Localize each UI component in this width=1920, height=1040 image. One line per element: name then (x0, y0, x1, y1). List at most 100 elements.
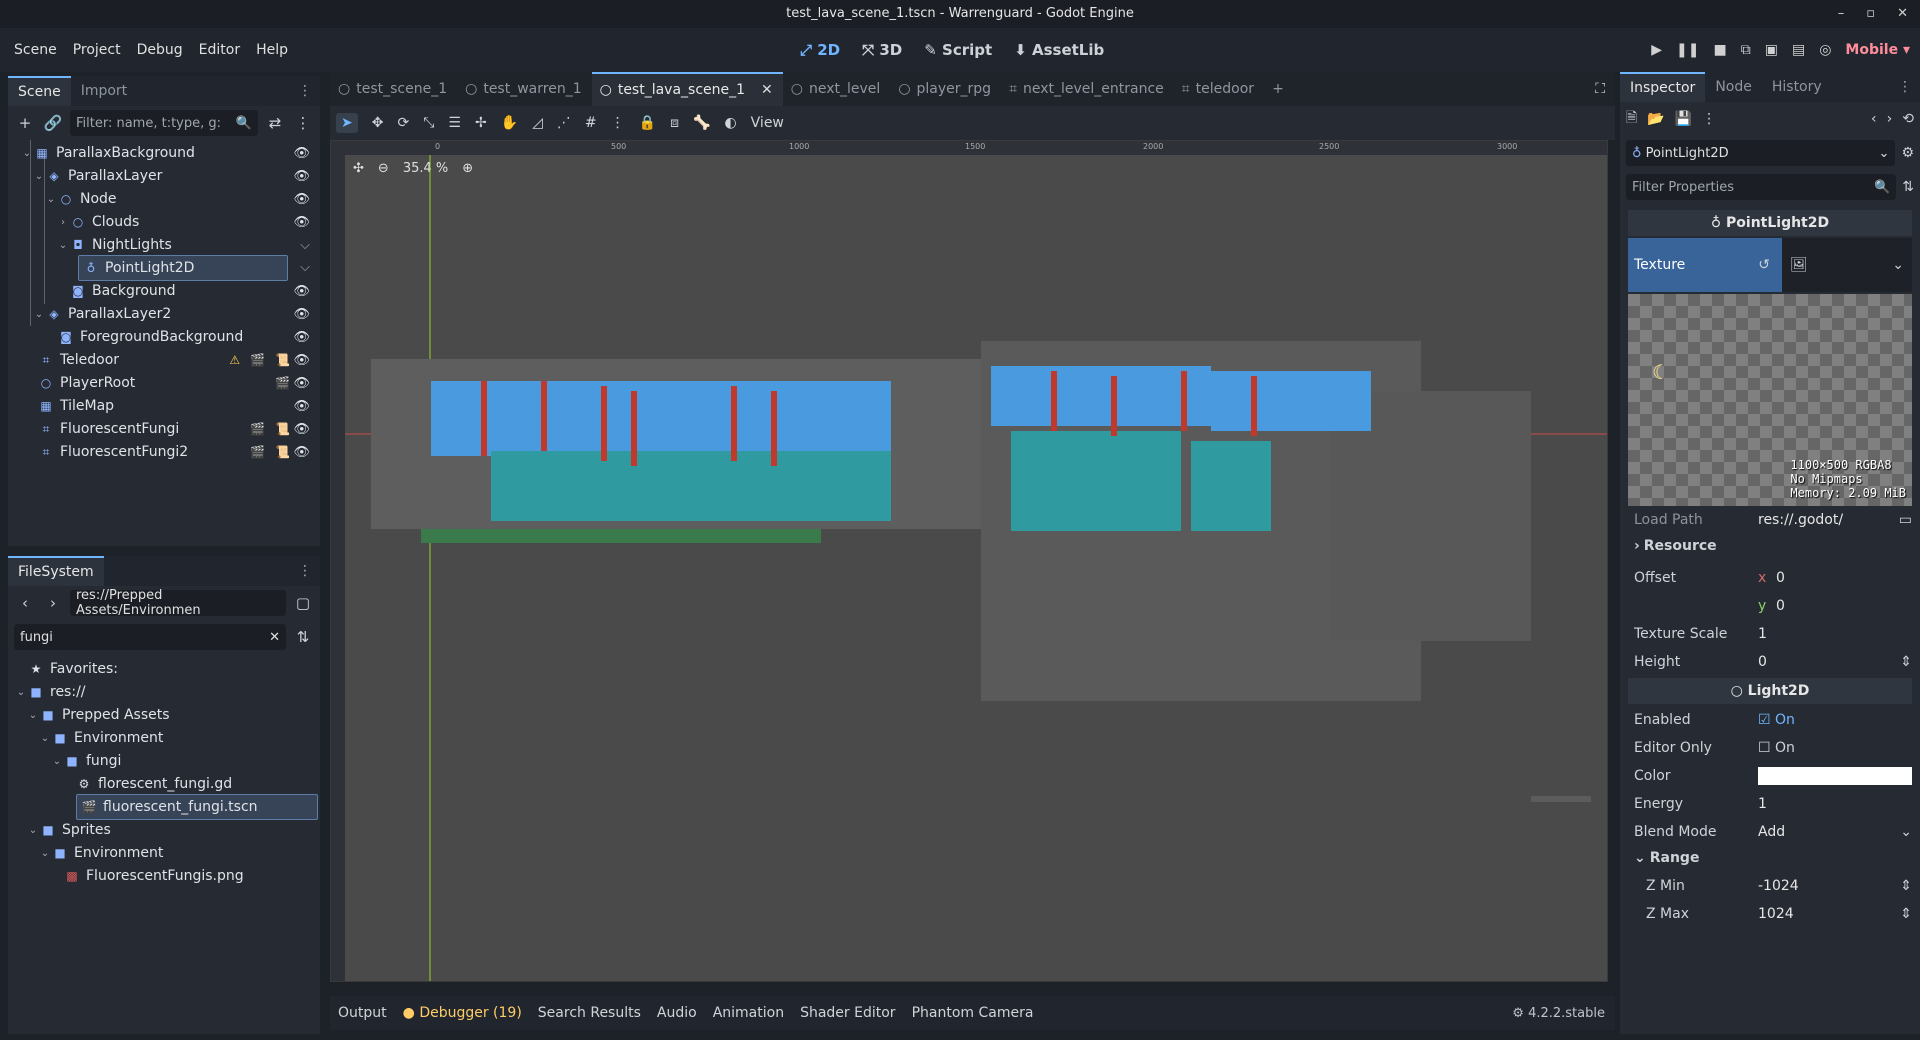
scene-filter-input[interactable]: Filter: name, t:type, g: 🔍 (70, 110, 258, 136)
tab-history[interactable]: History (1762, 72, 1832, 102)
script-icon[interactable]: 📜 (275, 353, 290, 367)
texture-scale-value[interactable]: 1 (1758, 626, 1912, 642)
script-icon[interactable]: 📜 (275, 422, 290, 436)
tab-next-level[interactable]: ○ next_level (783, 72, 891, 106)
tab-search-results[interactable]: Search Results (538, 1005, 641, 1021)
path-field[interactable]: res://Prepped Assets/Environmen (70, 588, 286, 618)
history-back-icon[interactable]: ‹ (1871, 111, 1877, 127)
play-scene-icon[interactable]: ▣ (1765, 42, 1778, 58)
dock-menu-icon[interactable]: ⋮ (290, 83, 320, 99)
collapse-arrow-icon[interactable]: ⌄ (38, 733, 52, 744)
bone-icon[interactable]: 🦴 (693, 115, 710, 131)
file-search-input[interactable]: fungi ✕ (14, 624, 286, 650)
play-custom-icon[interactable]: ▤ (1792, 42, 1805, 58)
tab-import[interactable]: Import (71, 76, 137, 106)
pivot-tool-icon[interactable]: ✢ (475, 115, 487, 131)
warning-icon[interactable]: ⚠ (229, 353, 240, 367)
menu-scene[interactable]: Scene (6, 42, 65, 58)
range-group[interactable]: ⌄ Range (1628, 844, 1912, 872)
workspace-script[interactable]: ✎ Script (924, 41, 992, 59)
close-window-icon[interactable]: ✕ (1897, 0, 1908, 28)
save-resource-icon[interactable]: 💾 (1675, 111, 1692, 127)
link-icon[interactable]: 🔗 (42, 112, 64, 134)
menu-debug[interactable]: Debug (129, 42, 191, 58)
visibility-icon[interactable]: 👁 (293, 192, 310, 207)
tab-debugger[interactable]: ● Debugger (19) (403, 1005, 522, 1021)
folder-icon[interactable]: ▭ (1899, 512, 1912, 528)
load-path-value[interactable]: res://.godot/ (1758, 512, 1899, 528)
renderer-select[interactable]: Mobile ▾ (1845, 42, 1910, 58)
menu-editor[interactable]: Editor (191, 42, 248, 58)
split-view-icon[interactable]: ▢ (292, 592, 314, 614)
offset-y-value[interactable]: 0 (1776, 598, 1912, 614)
back-icon[interactable]: ‹ (14, 592, 36, 614)
view-menu[interactable]: View (751, 115, 784, 131)
collapse-arrow-icon[interactable]: ⌄ (20, 148, 34, 159)
editor-only-checkbox[interactable]: ☐ On (1758, 740, 1795, 756)
tab-test-warren-1[interactable]: ○ test_warren_1 (457, 72, 592, 106)
tab-teledoor[interactable]: ⌗ teledoor (1174, 72, 1264, 106)
pan-tool-icon[interactable]: ✋ (501, 115, 518, 131)
pause-icon[interactable]: ❚❚ (1676, 42, 1699, 58)
stop-icon[interactable]: ■ (1714, 42, 1727, 58)
open-scene-icon[interactable]: 🎬 (250, 422, 265, 436)
tab-player-rpg[interactable]: ○ player_rpg (890, 72, 1001, 106)
menu-project[interactable]: Project (65, 42, 129, 58)
remote-debug-icon[interactable]: ⧉ (1741, 42, 1751, 58)
forward-icon[interactable]: › (42, 592, 64, 614)
lock-icon[interactable]: 🔒 (639, 115, 656, 131)
filter-options-icon[interactable]: ⇅ (1902, 179, 1914, 195)
snap-options-icon[interactable]: ⋮ (611, 115, 625, 131)
tab-phantom-camera[interactable]: Phantom Camera (912, 1005, 1034, 1021)
tab-test-lava-scene-1[interactable]: ○ test_lava_scene_1 ✕ (591, 72, 783, 107)
hidden-chevron-icon[interactable]: ⌵ (300, 238, 310, 253)
tab-output[interactable]: Output (338, 1005, 387, 1021)
tab-next-level-entrance[interactable]: ⌗ next_level_entrance (1001, 72, 1174, 106)
collapse-arrow-icon[interactable]: ⌄ (14, 687, 28, 698)
tab-inspector[interactable]: Inspector (1620, 72, 1706, 102)
history-forward-icon[interactable]: › (1887, 111, 1893, 127)
revert-icon[interactable]: ↺ (1758, 257, 1770, 273)
tab-filesystem[interactable]: FileSystem (8, 556, 104, 586)
collapse-arrow-icon[interactable]: ⌄ (50, 756, 64, 767)
spin-arrows-icon[interactable]: ⇕ (1900, 878, 1912, 894)
visibility-icon[interactable]: 👁 (293, 169, 310, 184)
open-scene-icon[interactable]: 🎬 (250, 445, 265, 459)
hidden-chevron-icon[interactable]: ⌵ (300, 260, 310, 275)
h-scrollbar[interactable] (1531, 796, 1591, 802)
menu-help[interactable]: Help (248, 42, 296, 58)
node-selector[interactable]: ♁ PointLight2D ⌄ (1626, 140, 1896, 166)
scene-menu-icon[interactable]: ⋮ (292, 112, 314, 134)
open-scene-icon[interactable]: 🎬 (275, 376, 290, 390)
enabled-checkbox[interactable]: ☑ On (1758, 712, 1795, 728)
rotate-tool-icon[interactable]: ⟳ (397, 115, 409, 131)
move-tool-icon[interactable]: ✥ (372, 115, 384, 131)
new-resource-icon[interactable]: 🗎 (1626, 107, 1637, 131)
visibility-icon[interactable]: 👁 (293, 284, 310, 299)
visibility-icon[interactable]: 👁 (293, 399, 310, 414)
blend-mode-select[interactable]: Add (1758, 824, 1900, 840)
workspace-3d[interactable]: ⤧ 3D (862, 41, 902, 59)
select-tool-icon[interactable]: ➤ (336, 113, 358, 133)
tab-scene[interactable]: Scene (8, 76, 71, 106)
resource-menu-icon[interactable]: ⋮ (1702, 111, 1716, 127)
grid-snap-icon[interactable]: # (585, 115, 597, 131)
expand-arrow-icon[interactable]: › (56, 217, 70, 228)
collapse-arrow-icon[interactable]: ⌄ (44, 194, 58, 205)
close-tab-icon[interactable]: ✕ (761, 73, 773, 107)
dock-menu-icon[interactable]: ⋮ (1890, 79, 1920, 95)
list-select-icon[interactable]: ☰ (448, 115, 461, 131)
clear-icon[interactable]: ✕ (269, 630, 280, 645)
visibility-icon[interactable]: 👁 (293, 215, 310, 230)
object-history-icon[interactable]: ⟲ (1902, 111, 1914, 127)
add-tab-icon[interactable]: + (1264, 72, 1294, 106)
offset-x-value[interactable]: 0 (1776, 570, 1912, 586)
collapse-arrow-icon[interactable]: ⌄ (32, 171, 46, 182)
camera-override-icon[interactable]: ◐ (724, 115, 736, 131)
spin-arrows-icon[interactable]: ⇕ (1900, 654, 1912, 670)
restore-icon[interactable]: ▫ (1866, 0, 1875, 28)
visibility-icon[interactable]: 👁 (293, 376, 310, 391)
open-scene-icon[interactable]: 🎬 (250, 353, 265, 367)
add-node-icon[interactable]: + (14, 112, 36, 134)
play-icon[interactable]: ▶ (1651, 42, 1662, 58)
